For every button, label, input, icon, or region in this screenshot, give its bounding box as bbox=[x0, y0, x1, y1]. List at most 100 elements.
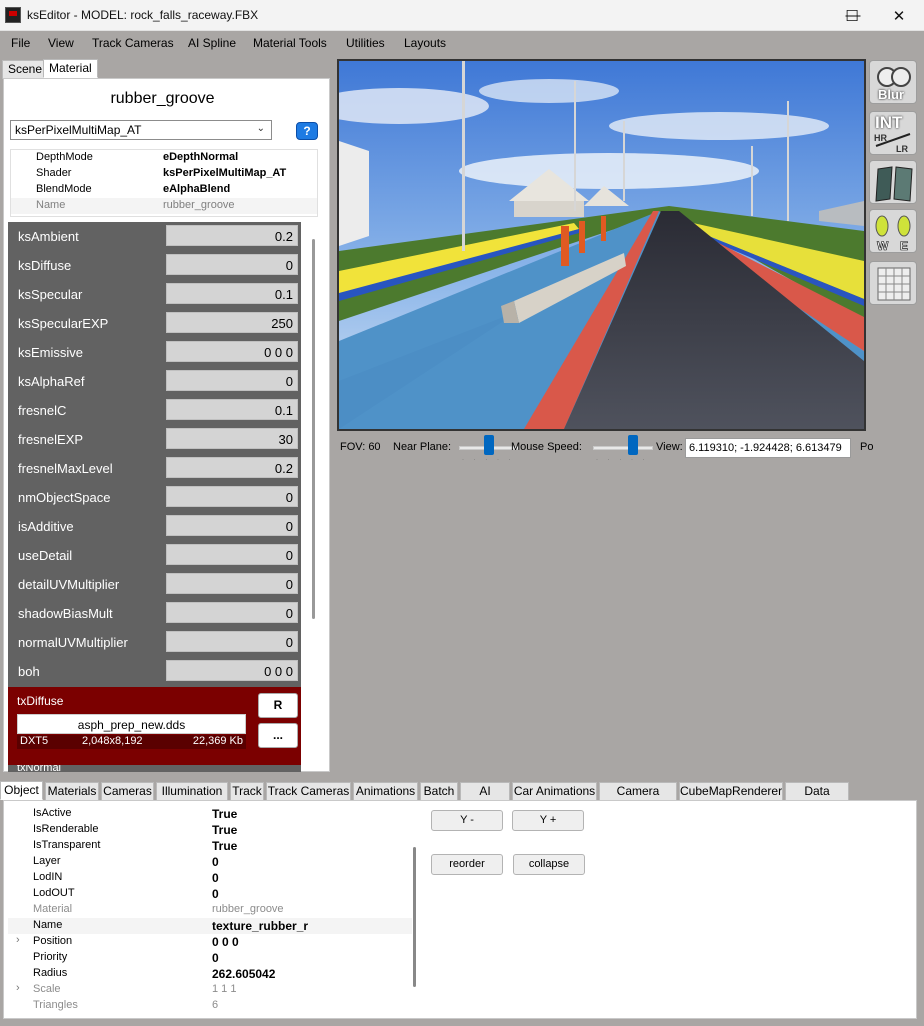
expand-chevron-icon[interactable]: › bbox=[16, 982, 20, 994]
tab-camera-spline[interactable]: Camera Spline bbox=[599, 782, 677, 815]
tab-cameras[interactable]: Cameras bbox=[101, 782, 154, 801]
param-value-field[interactable]: 0 bbox=[166, 370, 298, 391]
param-label: ksSpecular bbox=[18, 287, 83, 302]
property-key: BlendMode bbox=[36, 183, 92, 195]
param-value-field[interactable]: 0 0 0 bbox=[166, 341, 298, 362]
tab-material[interactable]: Material bbox=[43, 59, 98, 78]
param-row: normalUVMultiplier 0 bbox=[8, 628, 301, 655]
object-property-row[interactable]: LodIN 0 bbox=[8, 870, 412, 886]
close-button[interactable]: ✕ bbox=[876, 0, 922, 31]
grid-toggle-button[interactable] bbox=[869, 261, 917, 305]
menu-ai-spline[interactable]: AI Spline bbox=[188, 36, 236, 50]
param-value-field[interactable]: 250 bbox=[166, 312, 298, 333]
glass-panels-button[interactable] bbox=[869, 160, 917, 204]
object-property-row[interactable]: Priority 0 bbox=[8, 950, 412, 966]
maximize-button[interactable]: ☐ bbox=[829, 0, 875, 31]
material-panel: rubber_groove ksPerPixelMultiMap_AT ⌄ ? … bbox=[3, 78, 330, 772]
reorder-button[interactable]: reorder bbox=[431, 854, 503, 875]
param-value-field[interactable]: 0 0 0 bbox=[166, 660, 298, 681]
material-name-title: rubber_groove bbox=[110, 90, 215, 107]
object-property-row[interactable]: Name texture_rubber_r bbox=[8, 918, 412, 934]
param-label: ksDiffuse bbox=[18, 258, 72, 273]
param-value-field[interactable]: 0.1 bbox=[166, 399, 298, 420]
object-property-value: True bbox=[212, 823, 238, 837]
y-minus-button[interactable]: Y - bbox=[431, 810, 503, 831]
object-property-value: 0 0 0 bbox=[212, 935, 239, 949]
param-value-field[interactable]: 0 bbox=[166, 544, 298, 565]
param-row: ksAmbient 0.2 bbox=[8, 222, 301, 249]
texture-file-name[interactable]: asph_prep_new.dds bbox=[17, 714, 246, 734]
menu-utilities[interactable]: Utilities bbox=[346, 36, 385, 50]
view-coordinates-field[interactable]: 6.119310; -1.924428; 6.613479 bbox=[685, 438, 851, 458]
tab-animations[interactable]: Animations bbox=[353, 782, 418, 801]
param-value-field[interactable]: 0 bbox=[166, 254, 298, 275]
object-property-row[interactable]: IsActive True bbox=[8, 806, 412, 822]
param-row: isAdditive 0 bbox=[8, 512, 301, 539]
tab-cubemaprenderer[interactable]: CubeMapRenderer bbox=[679, 782, 783, 801]
param-value-field[interactable]: 0.2 bbox=[166, 225, 298, 246]
tab-track[interactable]: Track bbox=[230, 782, 264, 801]
tab-scene[interactable]: Scene bbox=[2, 60, 49, 79]
object-property-row[interactable]: Layer 0 bbox=[8, 854, 412, 870]
tab-materials[interactable]: Materials bbox=[45, 782, 99, 801]
object-property-value: rubber_groove bbox=[212, 903, 284, 915]
params-scrollbar[interactable] bbox=[312, 239, 315, 619]
menu-file[interactable]: File bbox=[11, 36, 30, 50]
svg-text:W: W bbox=[877, 239, 889, 253]
object-property-row[interactable]: Radius 262.605042 bbox=[8, 966, 412, 982]
y-plus-button[interactable]: Y + bbox=[512, 810, 584, 831]
texture-slot-label: txDiffuse bbox=[17, 694, 64, 708]
param-row: fresnelEXP 30 bbox=[8, 425, 301, 452]
property-row[interactable]: DepthMode eDepthNormal bbox=[11, 150, 317, 166]
blur-toggle-button[interactable]: Blur bbox=[869, 60, 917, 104]
property-row[interactable]: Name rubber_groove bbox=[11, 198, 317, 214]
object-property-key: IsRenderable bbox=[33, 823, 99, 835]
wheel-west-east-button[interactable]: W E bbox=[869, 209, 917, 253]
tab-track-cameras[interactable]: Track Cameras bbox=[266, 782, 351, 801]
tab-data-scripts[interactable]: Data Scripts bbox=[785, 782, 849, 815]
param-value-field[interactable]: 0 bbox=[166, 573, 298, 594]
tab-car-animations[interactable]: Car Animations bbox=[512, 782, 597, 801]
texture-reload-button[interactable]: R bbox=[258, 693, 298, 718]
object-property-row[interactable]: › Scale 1 1 1 bbox=[8, 982, 412, 998]
svg-text:HR: HR bbox=[874, 133, 887, 143]
param-row: boh 0 0 0 bbox=[8, 657, 301, 684]
tab-object[interactable]: Object bbox=[0, 781, 43, 800]
expand-chevron-icon[interactable]: › bbox=[16, 934, 20, 946]
object-properties-scrollbar[interactable] bbox=[413, 847, 416, 987]
param-value-field[interactable]: 0 bbox=[166, 602, 298, 623]
param-label: nmObjectSpace bbox=[18, 490, 111, 505]
tab-illumination[interactable]: Illumination bbox=[156, 782, 228, 801]
object-property-row[interactable]: IsRenderable True bbox=[8, 822, 412, 838]
tab-ai[interactable]: AI bbox=[460, 782, 510, 801]
param-value-field[interactable]: 0 bbox=[166, 631, 298, 652]
menu-material-tools[interactable]: Material Tools bbox=[253, 36, 327, 50]
near-plane-slider-thumb[interactable] bbox=[484, 435, 494, 455]
tab-batch[interactable]: Batch bbox=[420, 782, 458, 801]
menu-view[interactable]: View bbox=[48, 36, 74, 50]
property-row[interactable]: Shader ksPerPixelMultiMap_AT bbox=[11, 166, 317, 182]
menu-layouts[interactable]: Layouts bbox=[404, 36, 446, 50]
object-property-row[interactable]: LodOUT 0 bbox=[8, 886, 412, 902]
object-property-key: IsTransparent bbox=[33, 839, 101, 851]
mouse-speed-slider[interactable] bbox=[593, 446, 653, 450]
object-property-row[interactable]: › Position 0 0 0 bbox=[8, 934, 412, 950]
3d-viewport[interactable] bbox=[337, 59, 866, 431]
help-icon[interactable]: ? bbox=[296, 122, 318, 140]
param-value-field[interactable]: 30 bbox=[166, 428, 298, 449]
param-value-field[interactable]: 0 bbox=[166, 515, 298, 536]
param-row: ksAlphaRef 0 bbox=[8, 367, 301, 394]
shader-dropdown[interactable]: ksPerPixelMultiMap_AT ⌄ bbox=[10, 120, 272, 140]
int-hr-lr-button[interactable]: INT HR LR bbox=[869, 111, 917, 155]
object-property-row[interactable]: Triangles 6 bbox=[8, 998, 412, 1014]
param-value-field[interactable]: 0.1 bbox=[166, 283, 298, 304]
mouse-speed-slider-thumb[interactable] bbox=[628, 435, 638, 455]
object-property-row[interactable]: Material rubber_groove bbox=[8, 902, 412, 918]
texture-browse-button[interactable]: ... bbox=[258, 723, 298, 748]
object-property-row[interactable]: IsTransparent True bbox=[8, 838, 412, 854]
param-value-field[interactable]: 0 bbox=[166, 486, 298, 507]
param-value-field[interactable]: 0.2 bbox=[166, 457, 298, 478]
property-row[interactable]: BlendMode eAlphaBlend bbox=[11, 182, 317, 198]
collapse-button[interactable]: collapse bbox=[513, 854, 585, 875]
menu-track-cameras[interactable]: Track Cameras bbox=[92, 36, 174, 50]
